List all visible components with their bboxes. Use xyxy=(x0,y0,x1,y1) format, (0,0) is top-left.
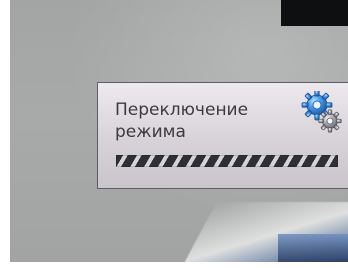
progress-bar xyxy=(116,155,338,167)
screen-background: Переключение режима xyxy=(10,0,348,262)
dark-corner-panel xyxy=(281,0,348,26)
dialog-title: Переключение режима xyxy=(115,100,249,142)
gear-icon xyxy=(301,91,342,133)
bottom-right-reflection xyxy=(278,234,348,262)
mode-switch-dialog: Переключение режима xyxy=(97,82,348,189)
